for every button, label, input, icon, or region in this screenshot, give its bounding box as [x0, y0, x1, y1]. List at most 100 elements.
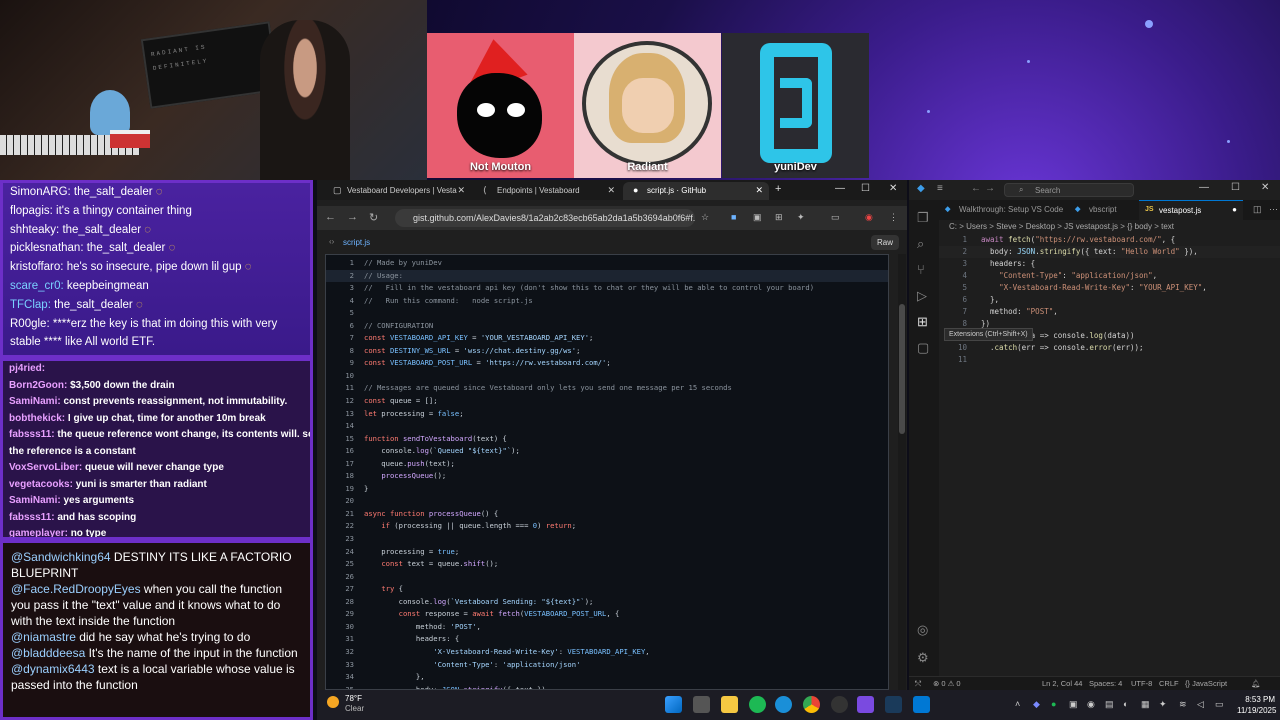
unsaved-dot-icon[interactable]: ●: [1232, 205, 1237, 214]
line-number[interactable]: 4: [326, 295, 354, 308]
remote-icon[interactable]: ▢: [917, 340, 929, 356]
chat-username[interactable]: SimonARG:: [10, 186, 71, 198]
raw-button[interactable]: Raw: [870, 235, 899, 250]
code-line[interactable]: 5 "X-Vestaboard-Read-Write-Key": "YOUR_A…: [939, 282, 1280, 294]
spotify-icon[interactable]: [749, 696, 766, 713]
chat-username[interactable]: @Face.RedDroopyEyes: [11, 582, 141, 596]
tab-walkthrough[interactable]: ◆ Walkthrough: Setup VS Code: [939, 200, 1065, 220]
scrollbar[interactable]: [898, 254, 906, 690]
command-search[interactable]: ⌕ Search: [1004, 183, 1134, 197]
browser-tab[interactable]: ⟨ Endpoints | Vestaboard ✕: [473, 182, 621, 200]
line-number[interactable]: 14: [326, 420, 354, 433]
avatar[interactable]: ◉: [865, 212, 873, 223]
menu-icon[interactable]: ⋮: [889, 212, 898, 223]
chat-username[interactable]: SamiNami:: [9, 396, 61, 407]
code-line[interactable]: 11: [939, 354, 1280, 366]
weather-widget[interactable]: 78°F Clear: [327, 694, 364, 714]
browser-tab[interactable]: ▢ Vestaboard Developers | Vesta ✕: [323, 182, 471, 200]
language-mode[interactable]: {} JavaScript: [1185, 679, 1227, 688]
line-number[interactable]: 26: [326, 571, 354, 584]
line-number[interactable]: 3: [326, 282, 354, 295]
maximize-icon[interactable]: ☐: [1231, 182, 1240, 193]
run-debug-icon[interactable]: ▷: [917, 288, 927, 304]
file-explorer-icon[interactable]: [721, 696, 738, 713]
gear-icon[interactable]: ⚙: [917, 650, 929, 666]
cursor-position[interactable]: Ln 2, Col 44: [1042, 679, 1082, 688]
back-icon[interactable]: ←: [325, 211, 336, 223]
line-number[interactable]: 27: [326, 583, 354, 596]
remote-indicator[interactable]: ⤲: [915, 679, 921, 689]
bookmark-star-icon[interactable]: ☆: [701, 212, 709, 223]
line-number[interactable]: 8: [326, 345, 354, 358]
line-number[interactable]: 5: [326, 307, 354, 320]
back-icon[interactable]: ←: [971, 183, 981, 194]
tray-app-icon[interactable]: ◉: [1087, 699, 1095, 710]
line-number[interactable]: 28: [326, 596, 354, 609]
breadcrumb[interactable]: C: > Users > Steve > Desktop > JS vestap…: [949, 222, 1174, 231]
chat-username[interactable]: @niamastre: [11, 630, 76, 644]
code-line[interactable]: 3 headers: {: [939, 258, 1280, 270]
close-window-icon[interactable]: ✕: [889, 183, 897, 194]
tray-app-icon[interactable]: ▦: [1141, 699, 1150, 710]
start-icon[interactable]: [665, 696, 682, 713]
chat-username[interactable]: gameplayer:: [9, 528, 68, 537]
tab-vbscript[interactable]: ◆ vbscript: [1069, 200, 1135, 220]
extension-icon[interactable]: ⊞: [775, 212, 783, 223]
close-icon[interactable]: ✕: [755, 185, 763, 196]
encoding[interactable]: UTF-8: [1131, 679, 1152, 688]
file-name-link[interactable]: script.js: [343, 238, 370, 247]
line-number[interactable]: 18: [326, 470, 354, 483]
notifications-icon[interactable]: 🔔︎: [1251, 679, 1261, 688]
line-number[interactable]: 12: [326, 395, 354, 408]
chat-username[interactable]: bobthekick:: [9, 413, 65, 424]
chat-username[interactable]: VoxServoLiber:: [9, 462, 82, 473]
split-icon[interactable]: ▭: [831, 212, 840, 223]
close-window-icon[interactable]: ✕: [1261, 182, 1269, 193]
edge-icon[interactable]: [775, 696, 792, 713]
code-line[interactable]: 10 .catch(err => console.error(err));: [939, 342, 1280, 354]
chat-username[interactable]: fabsss11:: [9, 429, 55, 440]
chat-username[interactable]: shhteaky:: [10, 224, 59, 236]
chat-username[interactable]: fabsss11:: [9, 512, 55, 523]
explorer-icon[interactable]: ❐: [917, 210, 929, 226]
line-number[interactable]: 17: [326, 458, 354, 471]
tray-app-icon[interactable]: ◐: [1123, 699, 1128, 709]
indentation[interactable]: Spaces: 4: [1089, 679, 1122, 688]
search-icon[interactable]: ⌕: [917, 236, 924, 252]
scrollbar-thumb[interactable]: [899, 304, 905, 434]
line-number[interactable]: 33: [326, 659, 354, 672]
trash-icon[interactable]: ▣: [753, 212, 762, 223]
address-bar[interactable]: gist.github.com/AlexDavies8/1a2ab2c83ecb…: [395, 209, 695, 227]
line-number[interactable]: 7: [326, 332, 354, 345]
more-icon[interactable]: ⋯: [1269, 204, 1278, 215]
line-ending[interactable]: CRLF: [1159, 679, 1179, 688]
line-number[interactable]: 11: [326, 382, 354, 395]
battery-icon[interactable]: ▭: [1215, 699, 1224, 710]
line-number[interactable]: 16: [326, 445, 354, 458]
code-line[interactable]: 2 body: JSON.stringify({ text: "Hello Wo…: [939, 246, 1280, 258]
line-number[interactable]: 31: [326, 633, 354, 646]
tray-app-icon[interactable]: ▤: [1105, 699, 1114, 710]
code-line[interactable]: 6 },: [939, 294, 1280, 306]
forward-icon[interactable]: →: [985, 183, 995, 194]
line-number[interactable]: 34: [326, 671, 354, 684]
line-number[interactable]: 25: [326, 558, 354, 571]
vscode-taskbar-icon[interactable]: [913, 696, 930, 713]
puzzle-icon[interactable]: ✦: [797, 212, 805, 223]
line-number[interactable]: 10: [326, 370, 354, 383]
tray-app-icon[interactable]: ●: [1051, 699, 1056, 709]
line-number[interactable]: 23: [326, 533, 354, 546]
minimize-icon[interactable]: —: [1199, 182, 1209, 193]
line-number[interactable]: 24: [326, 546, 354, 559]
volume-icon[interactable]: ◁: [1197, 699, 1204, 710]
forward-icon[interactable]: →: [347, 211, 358, 223]
chat-username[interactable]: flopagis:: [10, 205, 53, 217]
task-view-icon[interactable]: [693, 696, 710, 713]
reload-icon[interactable]: ↻: [369, 211, 378, 224]
tray-app-icon[interactable]: ✦: [1159, 699, 1167, 710]
tray-app-icon[interactable]: ◆: [1033, 699, 1040, 710]
line-number[interactable]: 9: [326, 357, 354, 370]
menu-icon[interactable]: ≡: [937, 183, 943, 194]
line-number[interactable]: 20: [326, 495, 354, 508]
tab-vestapost[interactable]: JS vestapost.js ●: [1139, 200, 1243, 220]
